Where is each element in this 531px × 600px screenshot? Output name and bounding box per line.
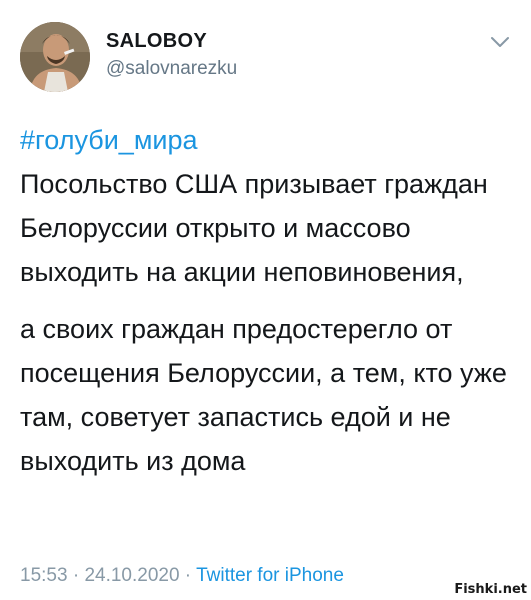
user-handle[interactable]: @salovnarezku <box>106 58 237 80</box>
tweet-paragraph: а своих граждан предостерегло от посещен… <box>20 314 507 476</box>
avatar[interactable] <box>20 22 90 92</box>
meta-separator: · <box>67 565 85 586</box>
tweet-time[interactable]: 15:53 <box>20 565 68 586</box>
tweet-text: #голуби_мира Посольство США призывает гр… <box>20 118 515 483</box>
avatar-image <box>20 22 90 92</box>
tweet-date[interactable]: 24.10.2020 <box>84 565 179 586</box>
tweet-meta: 15:53 · 24.10.2020 · Twitter for iPhone <box>20 565 344 587</box>
tweet-paragraph: Посольство США призывает граждан Белорус… <box>20 169 488 287</box>
display-name[interactable]: SALOBOY <box>106 30 207 53</box>
hashtag-link[interactable]: #голуби_мира <box>20 118 515 162</box>
meta-separator: · <box>179 565 197 586</box>
watermark: Fishki.net <box>454 582 527 597</box>
tweet-source-link[interactable]: Twitter for iPhone <box>196 565 344 586</box>
chevron-down-icon[interactable] <box>489 34 511 50</box>
